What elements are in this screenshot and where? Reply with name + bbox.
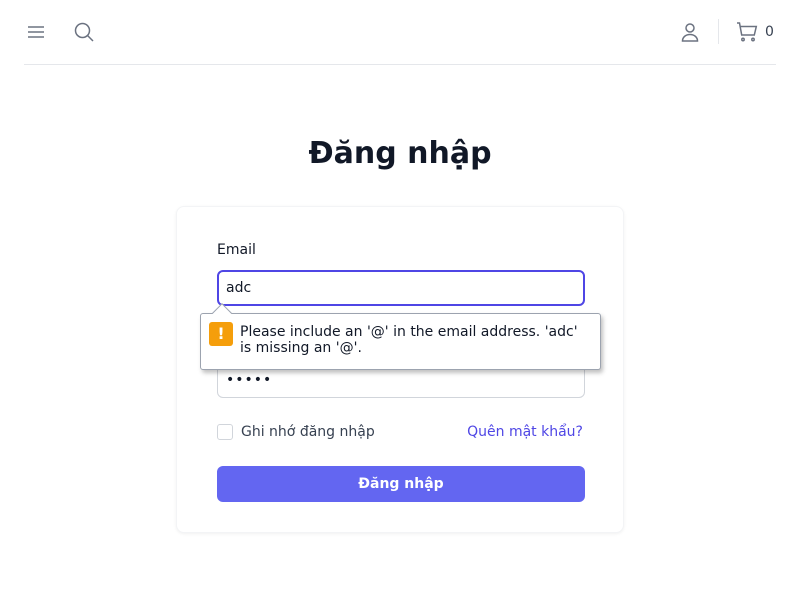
remember-label: Ghi nhớ đăng nhập xyxy=(241,424,375,440)
email-label: Email xyxy=(217,242,256,258)
cart-icon[interactable] xyxy=(735,20,759,44)
cart-count[interactable]: 0 xyxy=(765,24,774,40)
email-input[interactable] xyxy=(217,270,585,306)
remember-me[interactable]: Ghi nhớ đăng nhập xyxy=(217,423,375,441)
search-icon[interactable] xyxy=(72,20,96,44)
top-nav: 0 xyxy=(24,0,776,65)
header-divider xyxy=(718,19,719,44)
menu-icon[interactable] xyxy=(24,20,48,44)
login-button[interactable]: Đăng nhập xyxy=(217,466,585,502)
warning-icon: ! xyxy=(209,322,233,346)
validation-message: Please include an '@' in the email addre… xyxy=(240,324,578,356)
forgot-password-link[interactable]: Quên mật khẩu? xyxy=(467,423,583,441)
remember-checkbox[interactable] xyxy=(217,424,233,440)
validation-tooltip: ! Please include an '@' in the email add… xyxy=(200,303,601,370)
page-title: Đăng nhập xyxy=(308,136,492,171)
user-icon[interactable] xyxy=(678,20,702,44)
